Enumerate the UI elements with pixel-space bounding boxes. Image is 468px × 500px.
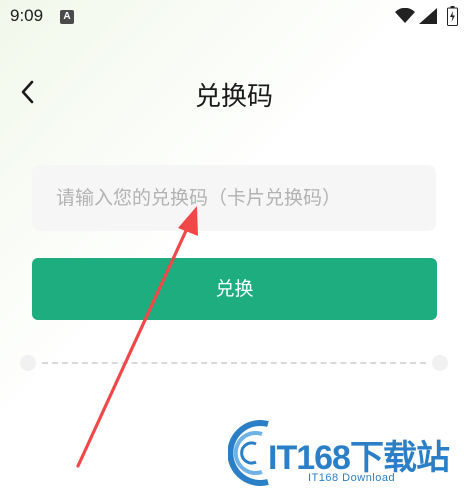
status-bar: 9:09 A <box>0 0 468 34</box>
ticket-divider <box>20 354 448 372</box>
redeem-button[interactable]: 兑换 <box>32 258 437 320</box>
page-title: 兑换码 <box>194 82 273 112</box>
status-time: 9:09 <box>10 6 44 25</box>
page-header: 兑换码 <box>0 64 468 120</box>
dashed-line <box>42 362 426 364</box>
wifi-icon <box>395 8 415 23</box>
divider-notch-left <box>20 355 36 371</box>
divider-notch-right <box>432 355 448 371</box>
watermark: IT168下载站 IT168 Download <box>228 412 463 492</box>
battery-icon <box>447 6 458 26</box>
notification-badge: A <box>60 10 74 24</box>
redeem-code-input[interactable] <box>32 165 436 231</box>
watermark-subtitle: IT168 Download <box>308 472 396 484</box>
signal-icon <box>419 8 437 24</box>
